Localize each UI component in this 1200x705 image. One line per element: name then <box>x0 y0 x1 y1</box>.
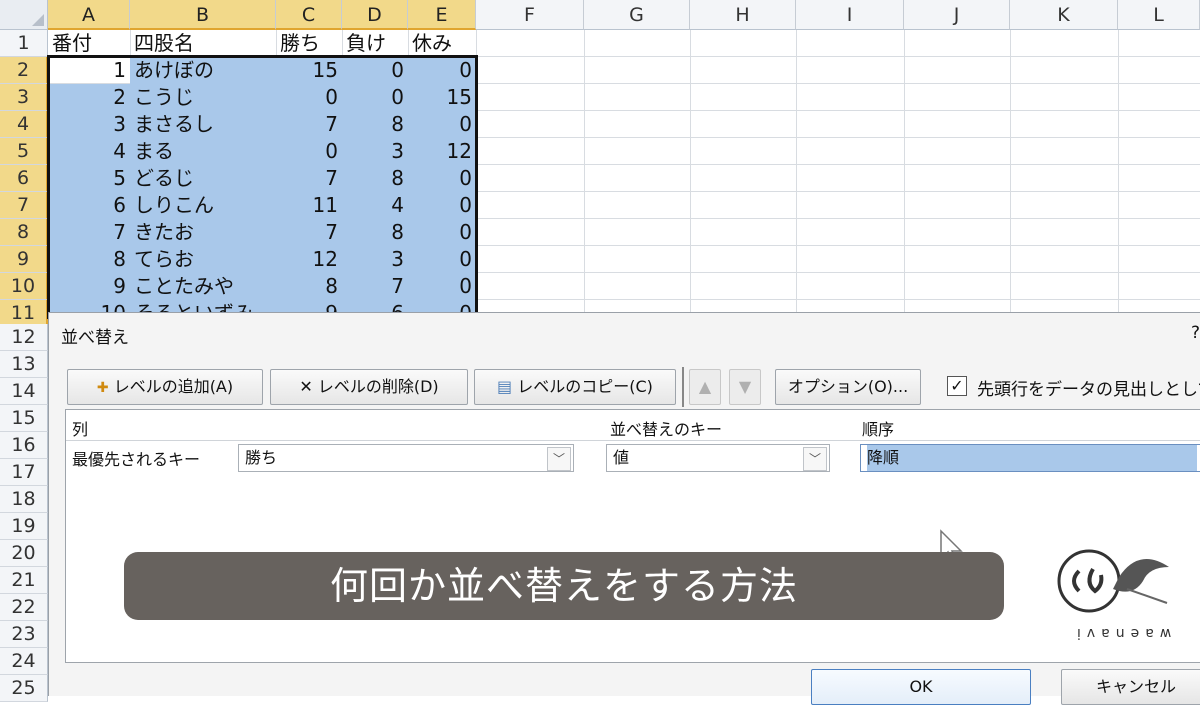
row-header-8[interactable]: 8 <box>0 219 48 246</box>
row-header-17[interactable]: 17 <box>0 459 48 486</box>
ok-button[interactable]: OK <box>811 669 1031 705</box>
column-header-f[interactable]: F <box>476 0 584 30</box>
watermark-logo: waenavi <box>1049 537 1189 647</box>
gridline <box>796 30 797 316</box>
row-header-19[interactable]: 19 <box>0 513 48 540</box>
row-header-25[interactable]: 25 <box>0 675 48 702</box>
header-checkbox-label: 先頭行をデータの見出しとして使 <box>977 380 1200 400</box>
subtitle-text: 何回か並べ替えをする方法 <box>329 564 798 608</box>
copy-icon: ▤ <box>497 377 513 396</box>
move-down-button[interactable]: ▼ <box>729 369 761 405</box>
row-header-4[interactable]: 4 <box>0 111 48 138</box>
sort-dialog: 並べ替え ? ✚ レベルの追加(A) ✕ レベルの削除(D) ▤ レベルのコピー… <box>48 312 1200 705</box>
up-arrow-icon: ▲ <box>698 377 712 396</box>
cell-header-absences[interactable]: 休み <box>408 30 476 57</box>
row-header-24[interactable]: 24 <box>0 648 48 675</box>
sort-on-header-label: 並べ替えのキー <box>610 420 723 439</box>
selection-border <box>47 55 478 319</box>
row-header-12[interactable]: 12 <box>0 324 48 351</box>
order-header-label: 順序 <box>862 420 895 439</box>
header-divider <box>66 440 1200 441</box>
cell-header-losses[interactable]: 負け <box>342 30 408 57</box>
delete-level-button[interactable]: ✕ レベルの削除(D) <box>270 369 468 405</box>
row-header-13[interactable]: 13 <box>0 351 48 378</box>
chevron-down-icon[interactable]: ﹀ <box>547 447 571 471</box>
delete-icon: ✕ <box>299 377 313 396</box>
row-header-15[interactable]: 15 <box>0 405 48 432</box>
add-level-icon: ✚ <box>96 380 109 396</box>
down-arrow-icon: ▼ <box>738 377 752 396</box>
sort-levels-list: 列 並べ替えのキー 順序 最優先されるキー 勝ち ﹀ 値 ﹀ 降順 <box>65 409 1200 663</box>
watermark-text: waenavi <box>1071 625 1172 641</box>
row-header-10[interactable]: 10 <box>0 273 48 300</box>
column-header-j[interactable]: J <box>904 0 1010 30</box>
row-header-6[interactable]: 6 <box>0 165 48 192</box>
column-header-l[interactable]: L <box>1118 0 1200 30</box>
bird-logo-icon <box>1057 549 1169 613</box>
copy-level-label: レベルのコピー(C) <box>517 377 653 396</box>
chevron-down-icon[interactable]: ﹀ <box>803 447 827 471</box>
column-select[interactable]: 勝ち ﹀ <box>238 444 574 472</box>
cancel-button[interactable]: キャンセル <box>1061 669 1200 705</box>
sort-on-select-value: 値 <box>613 448 630 467</box>
add-level-label: レベルの追加(A) <box>113 377 234 396</box>
row-header-23[interactable]: 23 <box>0 621 48 648</box>
gridline <box>1010 30 1011 316</box>
row-header-5[interactable]: 5 <box>0 138 48 165</box>
row-header-9[interactable]: 9 <box>0 246 48 273</box>
toolbar-separator <box>682 367 684 407</box>
column-header-b[interactable]: B <box>130 0 276 30</box>
row-header-21[interactable]: 21 <box>0 567 48 594</box>
sort-on-select[interactable]: 値 ﹀ <box>606 444 830 472</box>
row-header-1[interactable]: 1 <box>0 30 48 57</box>
row-header-14[interactable]: 14 <box>0 378 48 405</box>
column-header-a[interactable]: A <box>48 0 130 30</box>
add-level-button[interactable]: ✚ レベルの追加(A) <box>67 369 263 405</box>
column-header-label: 列 <box>72 420 89 439</box>
cell-header-rank[interactable]: 番付 <box>48 30 130 57</box>
cell-header-name[interactable]: 四股名 <box>130 30 276 57</box>
column-header-e[interactable]: E <box>408 0 476 30</box>
row-header-7[interactable]: 7 <box>0 192 48 219</box>
gridline <box>904 30 905 316</box>
column-header-c[interactable]: C <box>276 0 342 30</box>
options-button[interactable]: オプション(O)... <box>775 369 921 405</box>
column-header-d[interactable]: D <box>342 0 408 30</box>
gridline <box>1118 30 1119 316</box>
order-select-value: 降順 <box>867 445 1197 471</box>
row-header-20[interactable]: 20 <box>0 540 48 567</box>
column-header-g[interactable]: G <box>584 0 690 30</box>
column-header-i[interactable]: I <box>796 0 904 30</box>
dialog-title: 並べ替え <box>61 328 129 348</box>
row-header-16[interactable]: 16 <box>0 432 48 459</box>
column-header-h[interactable]: H <box>690 0 796 30</box>
row-header-11[interactable]: 11 <box>0 300 48 327</box>
row-header-2[interactable]: 2 <box>0 57 48 84</box>
row-header-22[interactable]: 22 <box>0 594 48 621</box>
gridline <box>690 30 691 316</box>
move-up-button[interactable]: ▲ <box>689 369 721 405</box>
row-header-3[interactable]: 3 <box>0 84 48 111</box>
column-select-value: 勝ち <box>245 448 278 467</box>
order-select[interactable]: 降順 <box>860 444 1200 472</box>
level-label: 最優先されるキー <box>72 450 201 469</box>
copy-level-button[interactable]: ▤ レベルのコピー(C) <box>474 369 676 405</box>
select-all-corner[interactable] <box>0 0 48 30</box>
subtitle-banner: 何回か並べ替えをする方法 <box>124 552 1004 620</box>
row-header-18[interactable]: 18 <box>0 486 48 513</box>
delete-level-label: レベルの削除(D) <box>317 377 439 396</box>
help-icon[interactable]: ? <box>1191 323 1200 343</box>
gridline <box>584 30 585 316</box>
header-checkbox[interactable]: ✓ <box>947 376 967 396</box>
cell-header-wins[interactable]: 勝ち <box>276 30 342 57</box>
column-header-k[interactable]: K <box>1010 0 1118 30</box>
